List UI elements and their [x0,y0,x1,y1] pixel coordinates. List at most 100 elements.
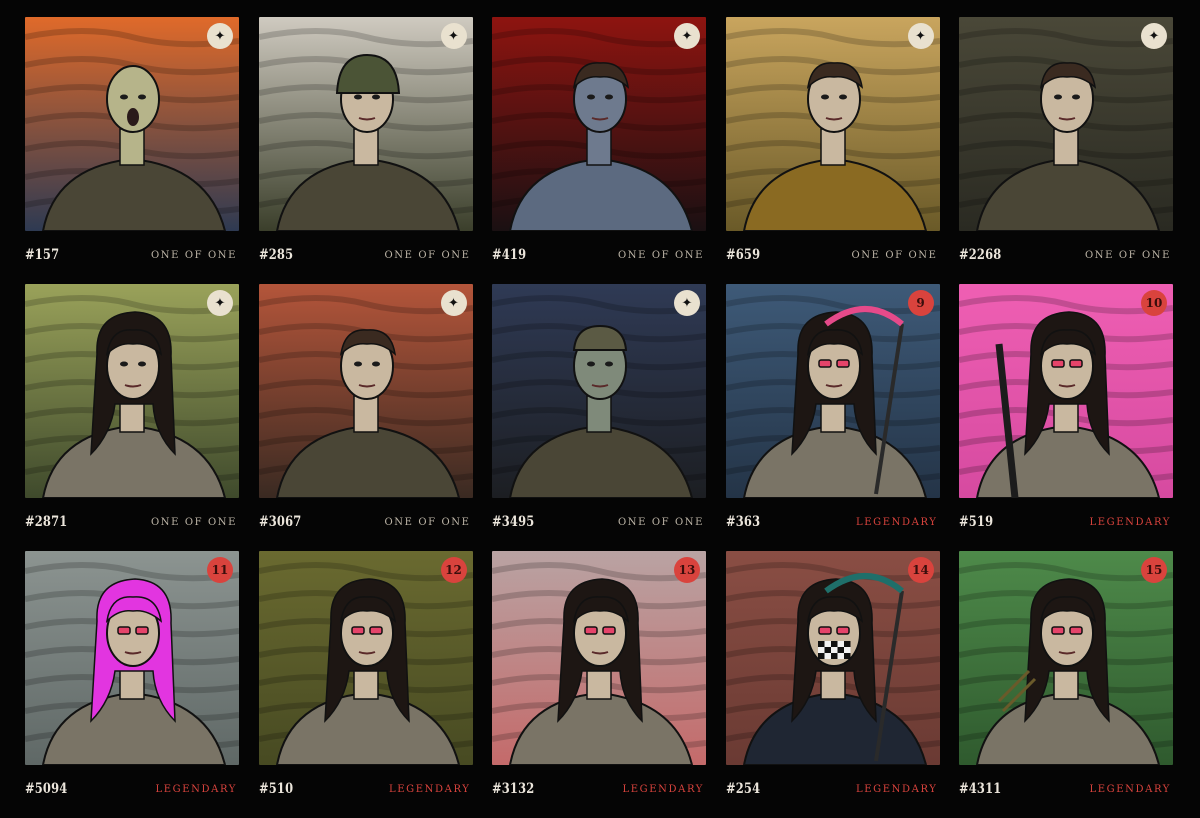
one-of-one-star-badge: ✦ [440,23,467,49]
nft-card[interactable]: 11 #5094 LEGENDARY [25,551,239,818]
card-meta: #285 ONE OF ONE [259,243,473,267]
rank-badge: 14 [907,557,934,583]
token-id[interactable]: #659 [726,247,760,263]
card-meta: #363 LEGENDARY [726,510,940,534]
reaper-masked-portrait [725,551,940,765]
rank-badge: 13 [674,557,700,583]
rarity-label: LEGENDARY [1089,516,1171,528]
card-meta: #5094 LEGENDARY [25,777,239,801]
rarity-label: LEGENDARY [856,516,938,528]
card-meta: #254 LEGENDARY [726,777,940,801]
nft-artwork-image[interactable]: 12 [258,551,473,765]
rarity-label: LEGENDARY [389,783,471,795]
nft-card[interactable]: ✦ #3495 ONE OF ONE [492,284,706,551]
vagrant-portrait [492,284,706,498]
nft-card[interactable]: 13 #3132 LEGENDARY [492,551,706,818]
nft-card[interactable]: ✦ #419 ONE OF ONE [492,17,706,284]
token-id[interactable]: #254 [726,781,760,797]
rarity-label: LEGENDARY [1089,783,1171,795]
hermit-portrait [959,17,1173,231]
token-id[interactable]: #363 [726,514,760,530]
rarity-label: LEGENDARY [622,783,704,795]
woodsman-portrait [258,284,473,498]
soldier-portrait [258,17,473,231]
rank-badge: 12 [440,557,467,583]
token-id[interactable]: #4311 [959,781,1001,797]
token-id[interactable]: #3132 [492,781,534,797]
nft-card[interactable]: 10 #519 LEGENDARY [959,284,1173,551]
nft-artwork-image[interactable]: ✦ [25,17,239,231]
token-id[interactable]: #519 [959,514,993,530]
nft-artwork-image[interactable]: ✦ [492,17,706,231]
hooded-scythe-portrait [725,284,940,498]
monk-portrait [725,17,940,231]
rarity-label: ONE OF ONE [384,249,471,261]
nft-artwork-image[interactable]: 10 [959,284,1173,498]
nft-grid: ✦ #157 ONE OF ONE ✦ #285 ONE OF ONE ✦ #419 ONE O… [25,17,1175,818]
nft-artwork-image[interactable]: ✦ [258,284,473,498]
card-meta: #2268 ONE OF ONE [959,243,1173,267]
card-meta: #3132 LEGENDARY [492,777,706,801]
rarity-label: ONE OF ONE [1085,249,1171,261]
token-id[interactable]: #5094 [25,781,67,797]
nft-artwork-image[interactable]: 13 [492,551,706,765]
card-meta: #3495 ONE OF ONE [492,510,706,534]
rank-badge: 10 [1141,290,1167,316]
rank-badge: 11 [207,557,233,583]
nft-artwork-image[interactable]: ✦ [258,17,473,231]
pink-hair-portrait [25,551,239,765]
rarity-label: ONE OF ONE [618,516,704,528]
rarity-label: LEGENDARY [856,783,938,795]
nft-card[interactable]: ✦ #3067 ONE OF ONE [258,284,473,551]
token-id[interactable]: #419 [492,247,526,263]
nft-card[interactable]: ✦ #157 ONE OF ONE [25,17,239,284]
card-meta: #419 ONE OF ONE [492,243,706,267]
archer-green-portrait [959,551,1173,765]
vampire-portrait [492,17,706,231]
card-meta: #510 LEGENDARY [259,777,473,801]
nft-card[interactable]: 15 #4311 LEGENDARY [959,551,1173,818]
token-id[interactable]: #510 [259,781,293,797]
nft-artwork-image[interactable]: 14 [725,551,940,765]
rarity-label: ONE OF ONE [384,516,471,528]
nft-artwork-image[interactable]: 15 [959,551,1173,765]
nft-artwork-image[interactable]: ✦ [25,284,239,498]
nft-card[interactable]: 14 #254 LEGENDARY [725,551,940,818]
token-id[interactable]: #157 [25,247,59,263]
one-of-one-star-badge: ✦ [907,23,934,49]
one-of-one-star-badge: ✦ [207,290,233,316]
rarity-label: LEGENDARY [155,783,237,795]
one-of-one-star-badge: ✦ [674,290,700,316]
nft-card[interactable]: 12 #510 LEGENDARY [258,551,473,818]
token-id[interactable]: #3067 [259,514,301,530]
rarity-label: ONE OF ONE [151,249,237,261]
one-of-one-star-badge: ✦ [207,23,233,49]
nft-artwork-image[interactable]: 9 [725,284,940,498]
token-id[interactable]: #3495 [492,514,534,530]
nft-card[interactable]: 9 #363 LEGENDARY [725,284,940,551]
nft-card[interactable]: ✦ #2268 ONE OF ONE [959,17,1173,284]
rarity-label: ONE OF ONE [618,249,704,261]
card-meta: #4311 LEGENDARY [959,777,1173,801]
nft-card[interactable]: ✦ #285 ONE OF ONE [258,17,473,284]
nft-card[interactable]: ✦ #2871 ONE OF ONE [25,284,239,551]
nft-artwork-image[interactable]: ✦ [959,17,1173,231]
smoker-olive-portrait [258,551,473,765]
card-meta: #519 LEGENDARY [959,510,1173,534]
nft-card[interactable]: ✦ #659 ONE OF ONE [725,17,940,284]
nft-artwork-image[interactable]: ✦ [492,284,706,498]
card-meta: #157 ONE OF ONE [25,243,239,267]
nft-artwork-image[interactable]: 11 [25,551,239,765]
rarity-label: ONE OF ONE [151,516,237,528]
card-meta: #2871 ONE OF ONE [25,510,239,534]
rarity-label: ONE OF ONE [851,249,938,261]
one-of-one-star-badge: ✦ [674,23,700,49]
axe-smoker-portrait [492,551,706,765]
one-of-one-star-badge: ✦ [440,290,467,316]
token-id[interactable]: #2268 [959,247,1001,263]
token-id[interactable]: #2871 [25,514,67,530]
rank-badge: 9 [907,290,934,316]
token-id[interactable]: #285 [259,247,293,263]
cloaked-woman-portrait [25,284,239,498]
nft-artwork-image[interactable]: ✦ [725,17,940,231]
